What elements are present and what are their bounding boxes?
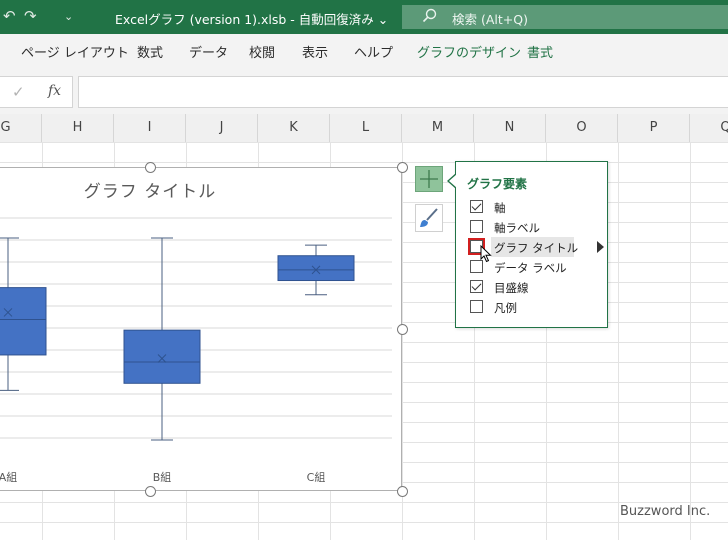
column-header-p[interactable]: P <box>618 114 690 142</box>
watermark: Buzzword Inc. <box>620 504 711 519</box>
search-box[interactable]: 検索 (Alt+Q) <box>402 5 728 29</box>
chart-element-legend[interactable]: 凡例 <box>466 297 606 317</box>
gridlines-label: 目盛線 <box>494 281 529 295</box>
tab-view[interactable]: 表示 <box>302 42 328 61</box>
column-header-i[interactable]: I <box>114 114 186 142</box>
chart-elements-panel: グラフ要素 軸 軸ラベル グラフ タイトル データ ラベル 目盛線 凡例 <box>455 161 608 328</box>
gridlines-checkbox[interactable] <box>470 280 483 293</box>
chart-element-axis-titles[interactable]: 軸ラベル <box>466 217 606 237</box>
mouse-cursor-icon <box>480 245 492 263</box>
chart-elements-title: グラフ要素 <box>467 177 528 191</box>
search-placeholder: 検索 (Alt+Q) <box>452 12 528 27</box>
chart-title-option-label: グラフ タイトル <box>494 241 579 255</box>
ribbon-tabs: ページ レイアウト 数式 データ 校閲 表示 ヘルプ グラフのデザイン 書式 <box>0 34 728 69</box>
qat-dropdown-icon[interactable]: ⌄ <box>64 10 73 23</box>
category-label: A組 <box>0 471 17 484</box>
column-header-o[interactable]: O <box>546 114 618 142</box>
data-labels-label: データ ラベル <box>494 261 567 275</box>
formula-buttons: ✓ fx <box>0 76 73 108</box>
axis-titles-label: 軸ラベル <box>494 221 540 235</box>
column-header-m[interactable]: M <box>402 114 474 142</box>
chart-element-axes[interactable]: 軸 <box>466 197 606 217</box>
tab-review[interactable]: 校閲 <box>249 42 275 61</box>
chart-resize-handle[interactable] <box>397 162 408 173</box>
category-label: C組 <box>307 471 326 484</box>
tab-formulas[interactable]: 数式 <box>137 42 163 61</box>
flyout-pointer-inner <box>449 174 457 188</box>
column-header-q[interactable]: Q <box>690 114 728 142</box>
undo-icon[interactable]: ↶ <box>3 7 16 25</box>
tab-format[interactable]: 書式 <box>527 42 553 61</box>
chart-element-gridlines[interactable]: 目盛線 <box>466 277 606 297</box>
paintbrush-icon <box>420 208 438 227</box>
chart-resize-handle[interactable] <box>397 324 408 335</box>
chart-resize-handle[interactable] <box>397 486 408 497</box>
legend-label: 凡例 <box>494 301 517 315</box>
box-plot-chart[interactable]: A組 B組 C組 グラフ タイトル <box>0 167 402 491</box>
box-B組 <box>123 329 201 384</box>
enter-check-icon[interactable]: ✓ <box>12 83 25 101</box>
column-header-g[interactable]: G <box>0 114 42 142</box>
redo-icon[interactable]: ↷ <box>24 7 37 25</box>
chart-plot-area: A組 B組 C組 <box>0 217 392 484</box>
insert-function-icon[interactable]: fx <box>48 83 61 99</box>
column-header-n[interactable]: N <box>474 114 546 142</box>
title-bar: ↶ ↷ ⌄ Excelグラフ (version 1).xlsb - 自動回復済み… <box>0 0 728 34</box>
chart-elements-button[interactable] <box>415 166 443 192</box>
chart-resize-handle[interactable] <box>145 486 156 497</box>
chart-styles-button[interactable] <box>415 204 443 232</box>
formula-bar: ✓ fx <box>0 68 728 114</box>
box-A組 <box>0 287 47 356</box>
axes-checkbox[interactable] <box>470 200 483 213</box>
axes-label: 軸 <box>494 201 506 215</box>
column-header-k[interactable]: K <box>258 114 330 142</box>
tab-data[interactable]: データ <box>189 42 228 61</box>
axis-titles-checkbox[interactable] <box>470 220 483 233</box>
search-icon <box>422 8 437 23</box>
tab-help[interactable]: ヘルプ <box>354 42 393 61</box>
column-headers: G H I J K L M N O P Q <box>0 114 728 143</box>
box-C組 <box>277 255 355 282</box>
formula-input[interactable] <box>78 76 728 108</box>
column-header-h[interactable]: H <box>42 114 114 142</box>
chart-resize-handle[interactable] <box>145 162 156 173</box>
tab-page-layout[interactable]: ページ レイアウト <box>21 42 129 61</box>
submenu-arrow-icon[interactable] <box>597 241 604 253</box>
chart-title[interactable]: グラフ タイトル <box>0 177 300 202</box>
tab-chart-design[interactable]: グラフのデザイン <box>417 42 521 61</box>
column-header-l[interactable]: L <box>330 114 402 142</box>
category-label: B組 <box>153 471 172 484</box>
legend-checkbox[interactable] <box>470 300 483 313</box>
column-header-j[interactable]: J <box>186 114 258 142</box>
window-title: Excelグラフ (version 1).xlsb - 自動回復済み ⌄ <box>115 12 389 27</box>
plus-icon <box>420 170 438 188</box>
